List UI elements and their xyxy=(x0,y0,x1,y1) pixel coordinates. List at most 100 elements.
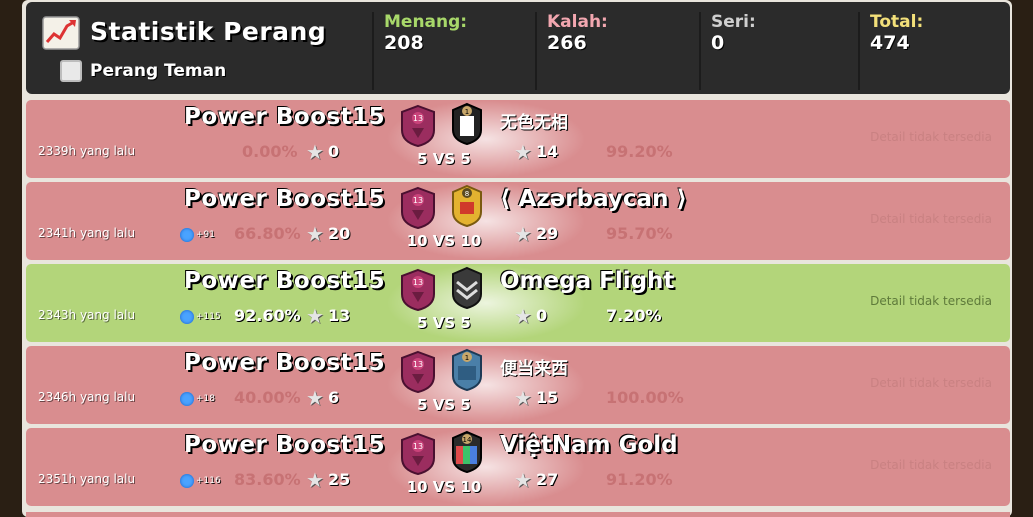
next-row-edge xyxy=(26,512,1010,517)
attack-percent: 0.00% xyxy=(242,142,298,161)
page-title: Statistik Perang xyxy=(90,17,327,46)
friendly-war-toggle[interactable]: Perang Teman xyxy=(60,60,226,82)
opponent-clan-badge: 14 xyxy=(452,430,482,474)
stat-total: Total: 474 xyxy=(858,12,1010,90)
gem-bonus: +115 xyxy=(196,312,221,322)
svg-text:13: 13 xyxy=(413,278,423,287)
svg-text:1: 1 xyxy=(465,354,469,362)
gem-bonus: +18 xyxy=(196,394,215,404)
clan-badge-purple-icon: 13 xyxy=(401,268,435,312)
gem-icon xyxy=(180,310,194,324)
svg-text:8: 8 xyxy=(465,190,469,198)
opponent-stars: 29 xyxy=(536,224,559,243)
stat-wins: Menang: 208 xyxy=(372,12,534,90)
our-stars: 6 xyxy=(328,388,340,407)
gem-icon xyxy=(180,392,194,406)
chart-trend-icon xyxy=(42,16,80,50)
opponent-clan-name: ViệtNam Gold xyxy=(500,432,678,458)
star-icon: ★ xyxy=(514,386,532,410)
war-time-ago: 2343h yang lalu xyxy=(38,308,136,322)
opponent-percent: 99.20% xyxy=(606,142,673,161)
clan-badge-purple-icon: 13 xyxy=(401,350,435,394)
war-size: 5 VS 5 xyxy=(417,396,471,414)
star-icon: ★ xyxy=(306,140,324,164)
our-clan-name: Power Boost15 xyxy=(184,350,386,376)
war-log-row[interactable]: 2343h yang lalu +115 92.60% ★ 13 Power B… xyxy=(26,264,1010,342)
star-icon: ★ xyxy=(514,222,532,246)
stat-losses-label: Kalah: xyxy=(547,12,608,32)
svg-text:13: 13 xyxy=(413,442,423,451)
star-icon: ★ xyxy=(306,386,324,410)
opponent-stars: 14 xyxy=(536,142,559,161)
war-size: 10 VS 10 xyxy=(406,478,482,496)
our-stars: 13 xyxy=(328,306,351,325)
svg-text:13: 13 xyxy=(413,196,423,205)
attack-percent: 66.80% xyxy=(234,224,301,243)
attack-percent: 40.00% xyxy=(234,388,301,407)
our-stars: 0 xyxy=(328,142,340,161)
opponent-stars: 15 xyxy=(536,388,559,407)
stat-draws-label: Seri: xyxy=(711,12,756,32)
star-icon: ★ xyxy=(514,468,532,492)
stat-draws: Seri: 0 xyxy=(699,12,861,90)
war-log-row[interactable]: 2341h yang lalu +91 66.80% ★ 20 Power Bo… xyxy=(26,182,1010,260)
war-log-row[interactable]: 2346h yang lalu +18 40.00% ★ 6 Power Boo… xyxy=(26,346,1010,424)
gem-icon xyxy=(180,228,194,242)
war-size: 5 VS 5 xyxy=(417,314,471,332)
star-icon: ★ xyxy=(306,222,324,246)
star-icon: ★ xyxy=(514,140,532,164)
opponent-clan-badge: 8 xyxy=(452,184,482,228)
star-icon: ★ xyxy=(514,304,532,328)
detail-unavailable: Detail tidak tersedia xyxy=(870,130,992,144)
opponent-clan-name: 便当来西 xyxy=(500,359,568,379)
opponent-stars: 27 xyxy=(536,470,559,489)
stat-losses: Kalah: 266 xyxy=(535,12,697,90)
opponent-clan-name: Omega Flight xyxy=(500,268,675,294)
our-clan-name: Power Boost15 xyxy=(184,186,386,212)
svg-text:13: 13 xyxy=(413,360,423,369)
opponent-percent: 95.70% xyxy=(606,224,673,243)
friendly-war-checkbox[interactable] xyxy=(60,60,82,82)
opponent-clan-badge: 1 xyxy=(452,102,482,146)
war-size: 10 VS 10 xyxy=(406,232,482,250)
stat-losses-value: 266 xyxy=(547,32,587,54)
war-log-row[interactable]: 2351h yang lalu +116 83.60% ★ 25 Power B… xyxy=(26,428,1010,506)
opponent-percent: 100.00% xyxy=(606,388,684,407)
opponent-clan-name: ⟨ Azərbaycan ⟩ xyxy=(500,186,687,212)
clan-badge-purple-icon: 13 xyxy=(401,186,435,230)
detail-unavailable: Detail tidak tersedia xyxy=(870,376,992,390)
stat-wins-value: 208 xyxy=(384,32,424,54)
our-clan-name: Power Boost15 xyxy=(184,268,386,294)
clan-badge-purple-icon: 13 xyxy=(401,432,435,476)
opponent-clan-name: 无色无相 xyxy=(500,113,568,133)
friendly-war-label: Perang Teman xyxy=(90,61,227,81)
our-clan-name: Power Boost15 xyxy=(184,104,386,130)
detail-unavailable: Detail tidak tersedia xyxy=(870,458,992,472)
opponent-percent: 91.20% xyxy=(606,470,673,489)
war-time-ago: 2351h yang lalu xyxy=(38,472,136,486)
stat-total-value: 474 xyxy=(870,32,910,54)
opponent-stars: 0 xyxy=(536,306,548,325)
gem-icon xyxy=(180,474,194,488)
opponent-percent: 7.20% xyxy=(606,306,662,325)
attack-percent: 92.60% xyxy=(234,306,301,325)
attack-percent: 83.60% xyxy=(234,470,301,489)
star-icon: ★ xyxy=(306,468,324,492)
war-time-ago: 2339h yang lalu xyxy=(38,144,136,158)
detail-unavailable: Detail tidak tersedia xyxy=(870,294,992,308)
war-stats-header: Statistik Perang Perang Teman Menang: 20… xyxy=(26,2,1010,94)
war-log-row[interactable]: 2339h yang lalu 0.00% ★ 0 Power Boost15 … xyxy=(26,100,1010,178)
svg-text:1: 1 xyxy=(465,108,469,116)
detail-unavailable: Detail tidak tersedia xyxy=(870,212,992,226)
stat-total-label: Total: xyxy=(870,12,924,32)
clan-badge-purple-icon: 13 xyxy=(401,104,435,148)
war-size: 5 VS 5 xyxy=(417,150,471,168)
gem-bonus: +91 xyxy=(196,230,215,240)
opponent-clan-badge: 1 xyxy=(452,348,482,392)
svg-text:14: 14 xyxy=(463,436,472,444)
stat-draws-value: 0 xyxy=(711,32,725,54)
war-time-ago: 2341h yang lalu xyxy=(38,226,136,240)
our-clan-name: Power Boost15 xyxy=(184,432,386,458)
stat-wins-label: Menang: xyxy=(384,12,468,32)
our-stars: 25 xyxy=(328,470,351,489)
